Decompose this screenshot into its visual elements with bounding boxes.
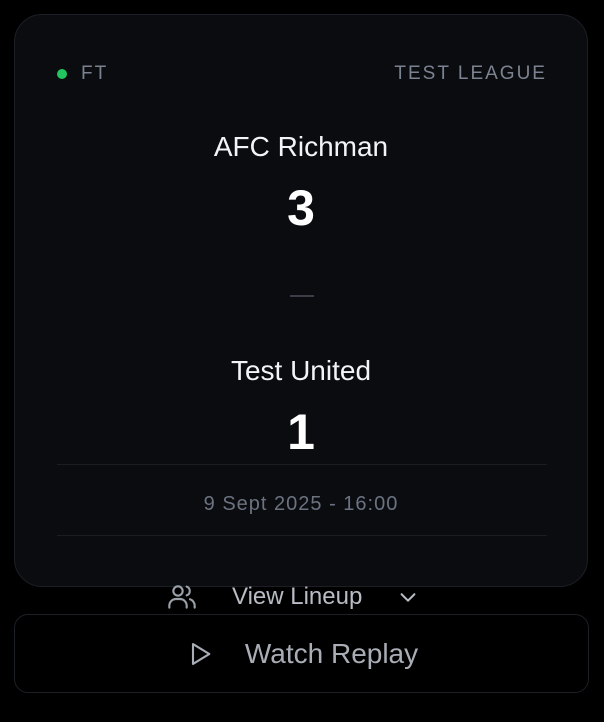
users-icon — [166, 581, 198, 613]
away-team-name: Test United — [230, 355, 372, 386]
page: FT TEST LEAGUE AFC Richman 3 Test United… — [0, 0, 604, 722]
match-status: FT — [57, 63, 108, 85]
view-lineup-label: View Lineup — [232, 583, 363, 610]
play-icon — [185, 639, 215, 669]
watch-replay-button[interactable]: Watch Replay — [14, 614, 589, 693]
home-team-name: AFC Richman — [213, 131, 389, 162]
watch-replay-label: Watch Replay — [244, 637, 419, 669]
status-text: FT — [81, 63, 109, 84]
match-card: FT TEST LEAGUE AFC Richman 3 Test United… — [14, 14, 588, 587]
divider-bottom — [57, 535, 547, 536]
score-separator — [290, 295, 314, 297]
status-dot-icon — [57, 69, 67, 79]
view-lineup-button[interactable]: View Lineup — [166, 580, 436, 614]
match-datetime: 9 Sept 2025 - 16:00 — [203, 493, 399, 515]
chevron-down-icon — [396, 585, 420, 609]
divider-top — [57, 464, 547, 465]
league-name: TEST LEAGUE — [394, 63, 547, 84]
home-team-score: 3 — [287, 180, 315, 236]
away-team-score: 1 — [287, 404, 315, 460]
